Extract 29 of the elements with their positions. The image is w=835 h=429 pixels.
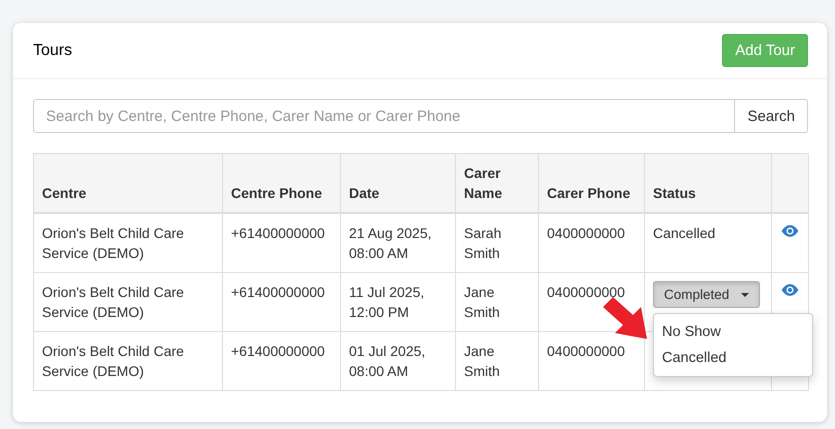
search-field[interactable]: Search by Centre, Centre Phone, Carer Name or Carer Phone [33, 99, 736, 133]
status-dropdown[interactable]: Completed [653, 281, 760, 308]
table-cell: Orion's Belt Child Care Service (DEMO) [34, 272, 222, 332]
table-cell: Jane Smith [456, 332, 538, 390]
table-cell: 21 Aug 2025, 08:00 AM [340, 213, 456, 272]
column-header: Carer Phone [538, 154, 644, 213]
column-header: Centre Phone [222, 154, 340, 213]
column-header: Centre [34, 154, 222, 213]
column-header: Date [340, 154, 456, 213]
table-cell: 01 Jul 2025, 08:00 AM [340, 332, 456, 390]
dropdown-option[interactable]: No Show [654, 319, 812, 345]
table-cell: 11 Jul 2025, 12:00 PM [340, 272, 456, 332]
column-header: Status [644, 154, 772, 213]
view-icon[interactable] [780, 224, 800, 238]
view-icon[interactable] [780, 283, 800, 297]
table-cell: Orion's Belt Child Care Service (DEMO) [34, 332, 222, 390]
table-cell: +61400000000 [222, 213, 340, 272]
dropdown-option[interactable]: Cancelled [654, 345, 812, 371]
table-cell: Jane Smith [456, 272, 538, 332]
column-header: Carer Name [456, 154, 538, 213]
table-cell: Sarah Smith [456, 213, 538, 272]
search-button[interactable]: Search [735, 99, 808, 133]
table-cell: Cancelled [644, 213, 772, 272]
table-cell: +61400000000 [222, 272, 340, 332]
table-cell: Orion's Belt Child Care Service (DEMO) [34, 213, 222, 272]
table-cell: 0400000000 [538, 213, 644, 272]
card-title: Tours [33, 42, 72, 60]
table-cell: +61400000000 [222, 332, 340, 390]
caret-icon [741, 292, 750, 296]
